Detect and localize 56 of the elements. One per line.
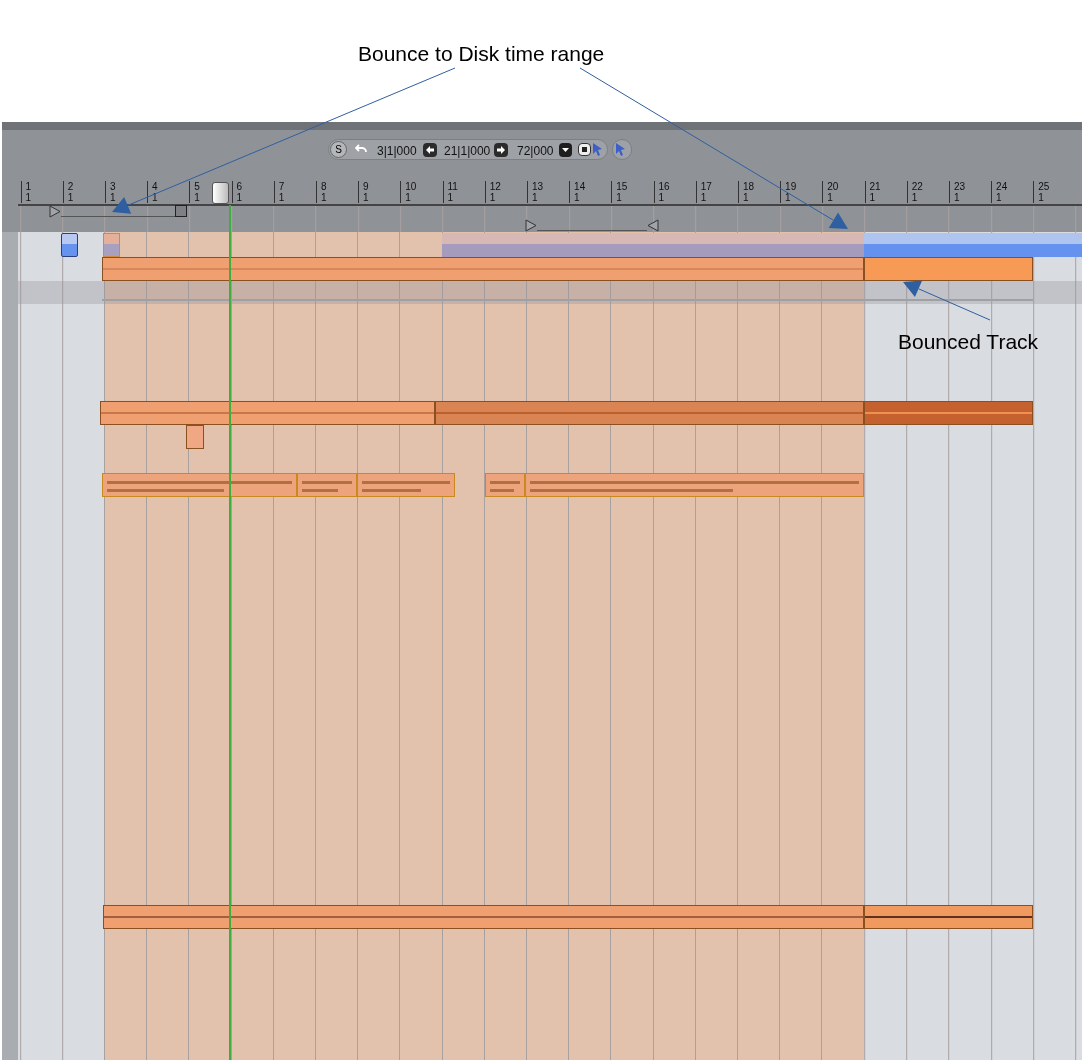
audio-region[interactable] (61, 233, 78, 257)
playhead-handle[interactable] (212, 182, 229, 204)
ruler-bar-label: 8 1 (315, 181, 327, 203)
locator-start-icon[interactable] (49, 205, 61, 218)
ruler-bar-label: 21 1 (864, 181, 881, 203)
ruler-bar-label: 18 1 (737, 181, 754, 203)
stop-icon (579, 144, 590, 155)
audio-region[interactable] (103, 905, 864, 929)
ruler-bar-label: 25 1 (1033, 181, 1050, 203)
left-arrow-button[interactable] (423, 143, 437, 157)
audio-region[interactable] (102, 257, 864, 281)
ruler-bar-label: 16 1 (653, 181, 670, 203)
right-arrow-button[interactable] (494, 143, 508, 157)
ruler-bar-label: 20 1 (822, 181, 839, 203)
ruler-bar-label: 5 1 (189, 181, 200, 203)
stop-button[interactable] (578, 143, 591, 156)
ruler-bar-label: 14 1 (569, 181, 586, 203)
ruler-bar-label: 24 1 (991, 181, 1008, 203)
ruler-bar-label: 19 1 (780, 181, 797, 203)
ruler-bar-label: 10 1 (400, 181, 417, 203)
ruler-bar-label: 7 1 (273, 181, 285, 203)
annotation-label: Bounced Track (898, 329, 1039, 355)
ruler-bar-label: 3 1 (104, 181, 116, 203)
ruler-bar-label: 17 1 (695, 181, 712, 203)
ruler-bar-label: 2 1 (62, 181, 74, 203)
midi-region[interactable] (485, 473, 525, 497)
ruler-bar-label: 12 1 (484, 181, 501, 203)
ruler-bar-label: 1 1 (20, 181, 32, 203)
ruler-bar-label: 11 1 (442, 181, 458, 203)
midi-region[interactable] (102, 473, 297, 497)
midi-region[interactable] (297, 473, 357, 497)
ruler-bar-label: 15 1 (611, 181, 628, 203)
ruler-bar-label: 13 1 (526, 181, 543, 203)
midi-region[interactable] (357, 473, 455, 497)
annotation-label: Bounce to Disk time range (358, 41, 605, 67)
end-position: 21|1|000 (444, 143, 491, 158)
locator-end-icon[interactable] (175, 205, 187, 217)
length-value: 72|000 (517, 143, 554, 158)
pointer-icon[interactable] (615, 142, 627, 156)
range-end-icon[interactable] (647, 219, 659, 232)
dropdown-button[interactable] (559, 143, 572, 157)
bounced-audio-region[interactable] (864, 257, 1033, 281)
audio-region[interactable] (864, 905, 1033, 929)
ruler-bar-label: 22 1 (906, 181, 923, 203)
audio-region[interactable] (864, 401, 1033, 425)
range-start-icon[interactable] (525, 219, 537, 232)
start-position: 3|1|000 (377, 143, 417, 158)
audio-region[interactable] (186, 425, 204, 449)
undo-icon (355, 144, 367, 154)
audio-region[interactable] (100, 401, 435, 425)
right-arrow-icon (494, 143, 508, 157)
midi-region[interactable] (525, 473, 864, 497)
ruler-bar-label: 6 1 (231, 181, 243, 203)
ruler-bar-label: 4 1 (147, 181, 158, 203)
ruler-bar-label: 9 1 (358, 181, 369, 203)
ruler-bar-label: 23 1 (948, 181, 965, 203)
